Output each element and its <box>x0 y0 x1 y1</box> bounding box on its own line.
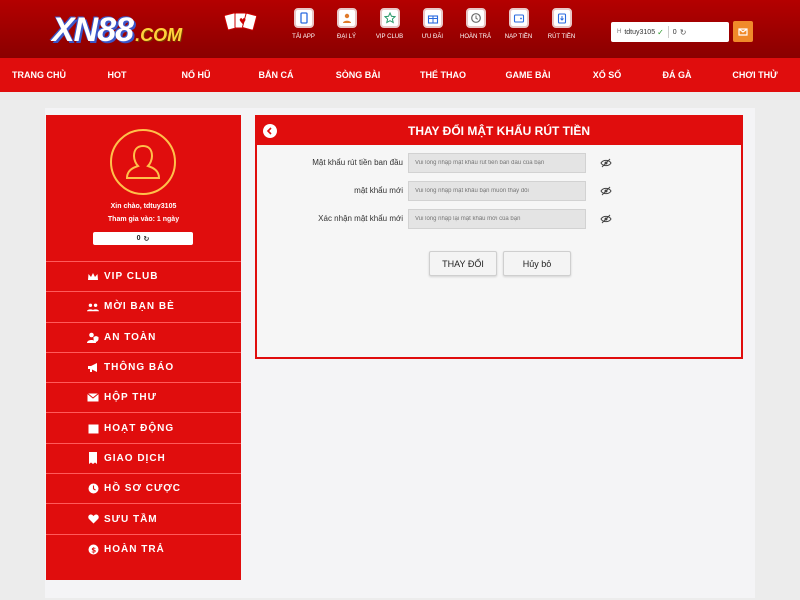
sidebar-item-inbox[interactable]: HỘP THƯ <box>46 382 241 412</box>
receipt-icon <box>87 452 99 465</box>
eye-slash-icon[interactable] <box>600 213 612 225</box>
nav-demo[interactable]: CHƠI THỬ <box>710 58 800 92</box>
logout-button[interactable] <box>733 21 753 42</box>
star-icon <box>379 8 400 28</box>
submit-button[interactable]: THAY ĐỔI <box>429 251 497 276</box>
sidebar-item-favorites[interactable]: SƯU TẦM <box>46 503 241 533</box>
field-label: Mật khẩu rút tiền ban đầu <box>312 158 403 167</box>
current-password-input[interactable] <box>408 153 586 173</box>
megaphone-icon <box>87 362 99 374</box>
phone-icon <box>293 8 314 28</box>
profile-balance-value: 0 <box>136 235 141 242</box>
cancel-button[interactable]: Hủy bỏ <box>503 251 571 276</box>
back-button[interactable] <box>263 124 277 138</box>
top-link-agent[interactable]: ĐẠI LÝ <box>325 8 368 40</box>
nav-hot[interactable]: HOT <box>78 58 156 92</box>
user-avatar-icon <box>125 144 161 179</box>
refresh-icon[interactable]: ↻ <box>144 235 150 243</box>
main-nav: TRANG CHỦ HOT NỔ HŨ BẮN CÁ SÒNG BÀI THỂ … <box>0 58 800 92</box>
nav-fishing[interactable]: BẮN CÁ <box>236 58 316 92</box>
logo-main-text: XN88 <box>52 10 134 49</box>
header-balance: 0 <box>672 28 677 36</box>
profile-balance[interactable]: 0 ↻ <box>93 232 193 245</box>
user-level-badge: H <box>617 29 622 35</box>
profile-joined: Tham gia vào: 1 ngày <box>107 216 180 223</box>
gift-icon <box>422 8 443 28</box>
change-withdraw-password-panel: THAY ĐỔI MẬT KHẨU RÚT TIỀN Mật khẩu rút … <box>255 115 743 359</box>
sidebar-item-invite-friends[interactable]: MỜI BẠN BÈ <box>46 291 241 321</box>
refund-icon <box>465 8 486 28</box>
new-password-input[interactable] <box>408 181 586 201</box>
sidebar-item-activity[interactable]: HOẠT ĐỘNG <box>46 412 241 442</box>
user-shield-icon <box>87 331 99 343</box>
logo[interactable]: XN88 .COM ♥ <box>52 10 258 50</box>
profile-greeting: Xin chào, tdtuy3105 <box>110 203 177 210</box>
sidebar-item-bet-history[interactable]: HỒ SƠ CƯỢC <box>46 473 241 503</box>
nav-slots[interactable]: NỔ HŨ <box>156 58 236 92</box>
nav-home[interactable]: TRANG CHỦ <box>0 58 78 92</box>
nav-sports[interactable]: THỂ THAO <box>400 58 486 92</box>
field-new-password: mật khẩu mới <box>257 181 741 201</box>
field-label: mật khẩu mới <box>354 186 403 195</box>
sidebar-menu: VIP CLUB MỜI BẠN BÈ AN TOÀN THÔNG BÁO HỘ… <box>46 261 241 564</box>
field-confirm-password: Xác nhận mật khẩu mới <box>257 209 741 229</box>
envelope-icon <box>87 392 99 404</box>
logo-suffix-text: .COM <box>135 24 183 45</box>
eye-slash-icon[interactable] <box>600 185 612 197</box>
sidebar-item-security[interactable]: AN TOÀN <box>46 321 241 352</box>
header: XN88 .COM ♥ TẢI APP ĐẠI LÝ VIP CLUB ƯU Đ… <box>0 0 800 58</box>
sidebar-item-transactions[interactable]: GIAO DỊCH <box>46 442 241 473</box>
confirm-password-input[interactable] <box>408 209 586 229</box>
panel-header: THAY ĐỔI MẬT KHẨU RÚT TIỀN <box>257 117 741 145</box>
user-info-box[interactable]: H tdtuy3105 ✓ 0 ↻ <box>611 22 729 42</box>
field-current-password: Mật khẩu rút tiền ban đầu <box>257 153 741 173</box>
top-link-deposit[interactable]: NẠP TIỀN <box>497 8 540 40</box>
divider <box>667 26 669 38</box>
nav-card-games[interactable]: GAME BÀI <box>486 58 570 92</box>
top-link-refund[interactable]: HOÀN TRẢ <box>454 8 497 40</box>
crown-icon <box>87 271 99 283</box>
playing-cards-icon: ♥ <box>223 12 258 31</box>
nav-cockfight[interactable]: ĐÁ GÀ <box>644 58 710 92</box>
top-link-withdraw[interactable]: RÚT TIỀN <box>540 8 583 40</box>
sidebar-item-vip-club[interactable]: VIP CLUB <box>46 261 241 291</box>
chevron-left-icon <box>266 127 272 135</box>
wallet-icon <box>508 8 529 28</box>
verified-icon: ✓ <box>657 27 664 37</box>
refund-circle-icon: $ <box>87 543 99 555</box>
eye-slash-icon[interactable] <box>600 157 612 169</box>
top-link-promotions[interactable]: ƯU ĐÃI <box>411 8 454 40</box>
header-username: tdtuy3105 <box>624 28 656 36</box>
agent-icon <box>336 8 357 28</box>
withdraw-icon <box>551 8 572 28</box>
logout-icon <box>738 27 748 36</box>
avatar[interactable] <box>110 129 176 195</box>
svg-text:$: $ <box>91 546 97 554</box>
sidebar-item-refund[interactable]: $ HOÀN TRẢ <box>46 533 241 564</box>
account-sidebar: Xin chào, tdtuy3105 Tham gia vào: 1 ngày… <box>46 115 241 580</box>
nav-lottery[interactable]: XỔ SỐ <box>570 58 644 92</box>
refresh-icon[interactable]: ↻ <box>680 28 687 37</box>
sidebar-item-notifications[interactable]: THÔNG BÁO <box>46 351 241 382</box>
history-icon <box>87 483 99 495</box>
users-icon <box>87 301 99 313</box>
field-label: Xác nhận mật khẩu mới <box>318 214 403 223</box>
calendar-icon <box>87 422 99 434</box>
top-link-download-app[interactable]: TẢI APP <box>282 8 325 40</box>
top-link-vip-club[interactable]: VIP CLUB <box>368 8 411 40</box>
top-quick-links: TẢI APP ĐẠI LÝ VIP CLUB ƯU ĐÃI HOÀN TRẢ … <box>282 8 583 40</box>
heart-icon <box>87 513 99 525</box>
svg-text:♥: ♥ <box>239 17 246 26</box>
panel-title: THAY ĐỔI MẬT KHẨU RÚT TIỀN <box>407 124 590 138</box>
nav-casino[interactable]: SÒNG BÀI <box>316 58 400 92</box>
